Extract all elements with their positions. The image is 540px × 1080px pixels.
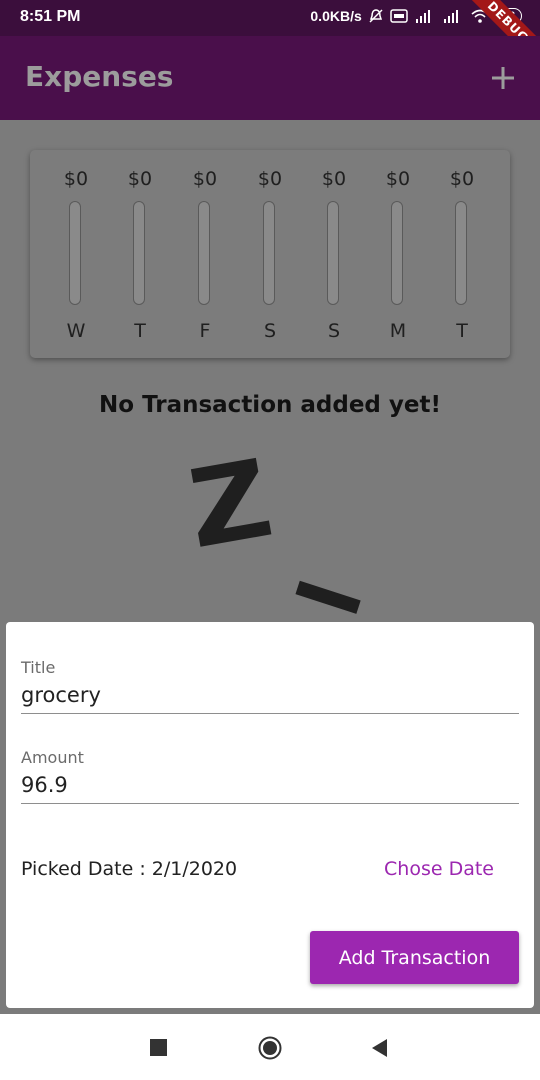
signal-icon	[442, 8, 464, 24]
bar-day: T	[134, 320, 146, 342]
chose-date-button[interactable]: Chose Date	[384, 858, 494, 880]
empty-state-message: No Transaction added yet!	[99, 392, 441, 418]
bar-amount: $0	[192, 168, 218, 190]
status-time: 8:51 PM	[20, 8, 81, 25]
back-triangle-icon[interactable]	[368, 1036, 392, 1060]
bar-day: S	[263, 320, 277, 342]
bar-amount: $0	[449, 168, 475, 190]
chart-bar: $0 T	[432, 150, 492, 358]
amount-field[interactable]	[21, 767, 519, 804]
chart-bar: $0 W	[46, 150, 106, 358]
add-transaction-button[interactable]: Add Transaction	[310, 931, 519, 984]
bar-day: F	[199, 320, 211, 342]
bar-track	[69, 201, 81, 305]
bar-track	[263, 201, 275, 305]
bar-track	[133, 201, 145, 305]
sleeping-zzz-image	[180, 440, 380, 620]
bar-amount: $0	[127, 168, 153, 190]
add-transaction-sheet: Title Amount Picked Date : 2/1/2020 Chos…	[6, 622, 534, 1008]
status-bar: 8:51 PM 0.0KB/s 93 DEBUG	[0, 0, 540, 72]
chart-bar: $0 S	[240, 150, 300, 358]
bar-track	[327, 201, 339, 305]
bar-amount: $0	[257, 168, 283, 190]
mute-icon	[368, 8, 384, 24]
chart-bar: $0 T	[110, 150, 170, 358]
chart-bar: $0 F	[175, 150, 235, 358]
bar-day: W	[66, 320, 86, 342]
volte-icon	[390, 8, 408, 24]
bar-amount: $0	[321, 168, 347, 190]
chart-bar: $0 M	[368, 150, 428, 358]
plus-icon[interactable]	[488, 63, 518, 93]
system-nav-bar	[0, 1014, 540, 1080]
bar-track	[455, 201, 467, 305]
app-title: Expenses	[25, 60, 174, 93]
title-field[interactable]	[21, 677, 519, 714]
bar-day: T	[456, 320, 468, 342]
bar-day: S	[327, 320, 341, 342]
recents-square-icon[interactable]	[147, 1036, 171, 1060]
weekly-chart-card: $0 W $0 T $0 F $0 S $0 S $0 M $0 T	[30, 150, 510, 358]
bar-track	[198, 201, 210, 305]
bar-track	[391, 201, 403, 305]
bar-amount: $0	[63, 168, 89, 190]
amount-field-label: Amount	[21, 748, 84, 767]
network-speed: 0.0KB/s	[310, 8, 362, 24]
title-field-label: Title	[21, 658, 56, 677]
app-bar: Expenses	[0, 36, 540, 120]
home-circle-icon[interactable]	[258, 1036, 282, 1060]
bar-amount: $0	[385, 168, 411, 190]
picked-date-text: Picked Date : 2/1/2020	[21, 858, 238, 880]
signal-4g-icon	[414, 8, 436, 24]
chart-bar: $0 S	[304, 150, 364, 358]
bar-day: M	[389, 320, 407, 342]
